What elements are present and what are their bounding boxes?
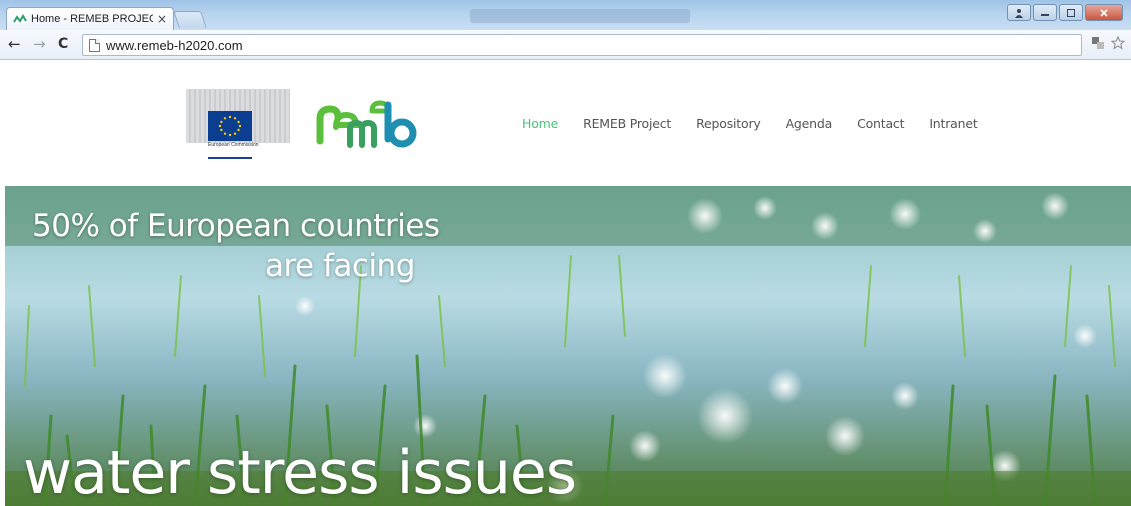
tab-close-icon[interactable]: × (157, 12, 167, 26)
reload-icon[interactable]: C (58, 36, 68, 52)
remeb-logo[interactable] (314, 97, 426, 151)
remeb-favicon-icon (13, 14, 27, 23)
ec-logo-text: European Commission (208, 142, 259, 148)
browser-titlebar: Home - REMEB PROJECT × (0, 0, 1131, 30)
tab-title: Home - REMEB PROJECT (31, 13, 153, 25)
hero-headline-line3: water stress issues (23, 438, 577, 506)
maximize-button[interactable] (1059, 4, 1083, 21)
nav-repository[interactable]: Repository (696, 116, 761, 131)
nav-remeb-project[interactable]: REMEB Project (583, 116, 671, 131)
user-icon[interactable] (1007, 4, 1031, 21)
address-bar[interactable]: www.remeb-h2020.com (82, 34, 1082, 56)
ec-logo-underline (208, 157, 252, 159)
background-window-title (470, 9, 690, 23)
url-text: www.remeb-h2020.com (106, 37, 243, 53)
browser-toolbar: ← → C www.remeb-h2020.com (0, 30, 1131, 60)
nav-agenda[interactable]: Agenda (786, 116, 833, 131)
hero-banner: 50% of European countries are facing wat… (5, 186, 1131, 506)
hero-headline-line1: 50% of European countries (32, 208, 440, 244)
minimize-button[interactable] (1033, 4, 1057, 21)
new-tab-button[interactable] (173, 11, 207, 28)
toolbar-right (1091, 36, 1125, 50)
hero-headline-line2: are facing (265, 248, 415, 284)
nav-home[interactable]: Home (522, 116, 558, 131)
back-arrow-icon[interactable]: ← (8, 36, 21, 52)
main-navigation: Home REMEB Project Repository Agenda Con… (522, 116, 1003, 131)
nav-intranet[interactable]: Intranet (929, 116, 977, 131)
site-header: European Commission Home REMEB Project R… (0, 61, 1131, 186)
nav-contact[interactable]: Contact (857, 116, 904, 131)
eu-flag-icon (208, 111, 252, 141)
close-window-button[interactable] (1085, 4, 1123, 21)
page-icon (89, 38, 100, 52)
window-controls (1007, 4, 1123, 21)
browser-tab[interactable]: Home - REMEB PROJECT × (6, 7, 174, 30)
translate-icon[interactable] (1091, 36, 1105, 50)
european-commission-logo[interactable]: European Commission (186, 89, 290, 163)
bookmark-star-icon[interactable] (1111, 36, 1125, 50)
forward-arrow-icon[interactable]: → (33, 36, 46, 52)
